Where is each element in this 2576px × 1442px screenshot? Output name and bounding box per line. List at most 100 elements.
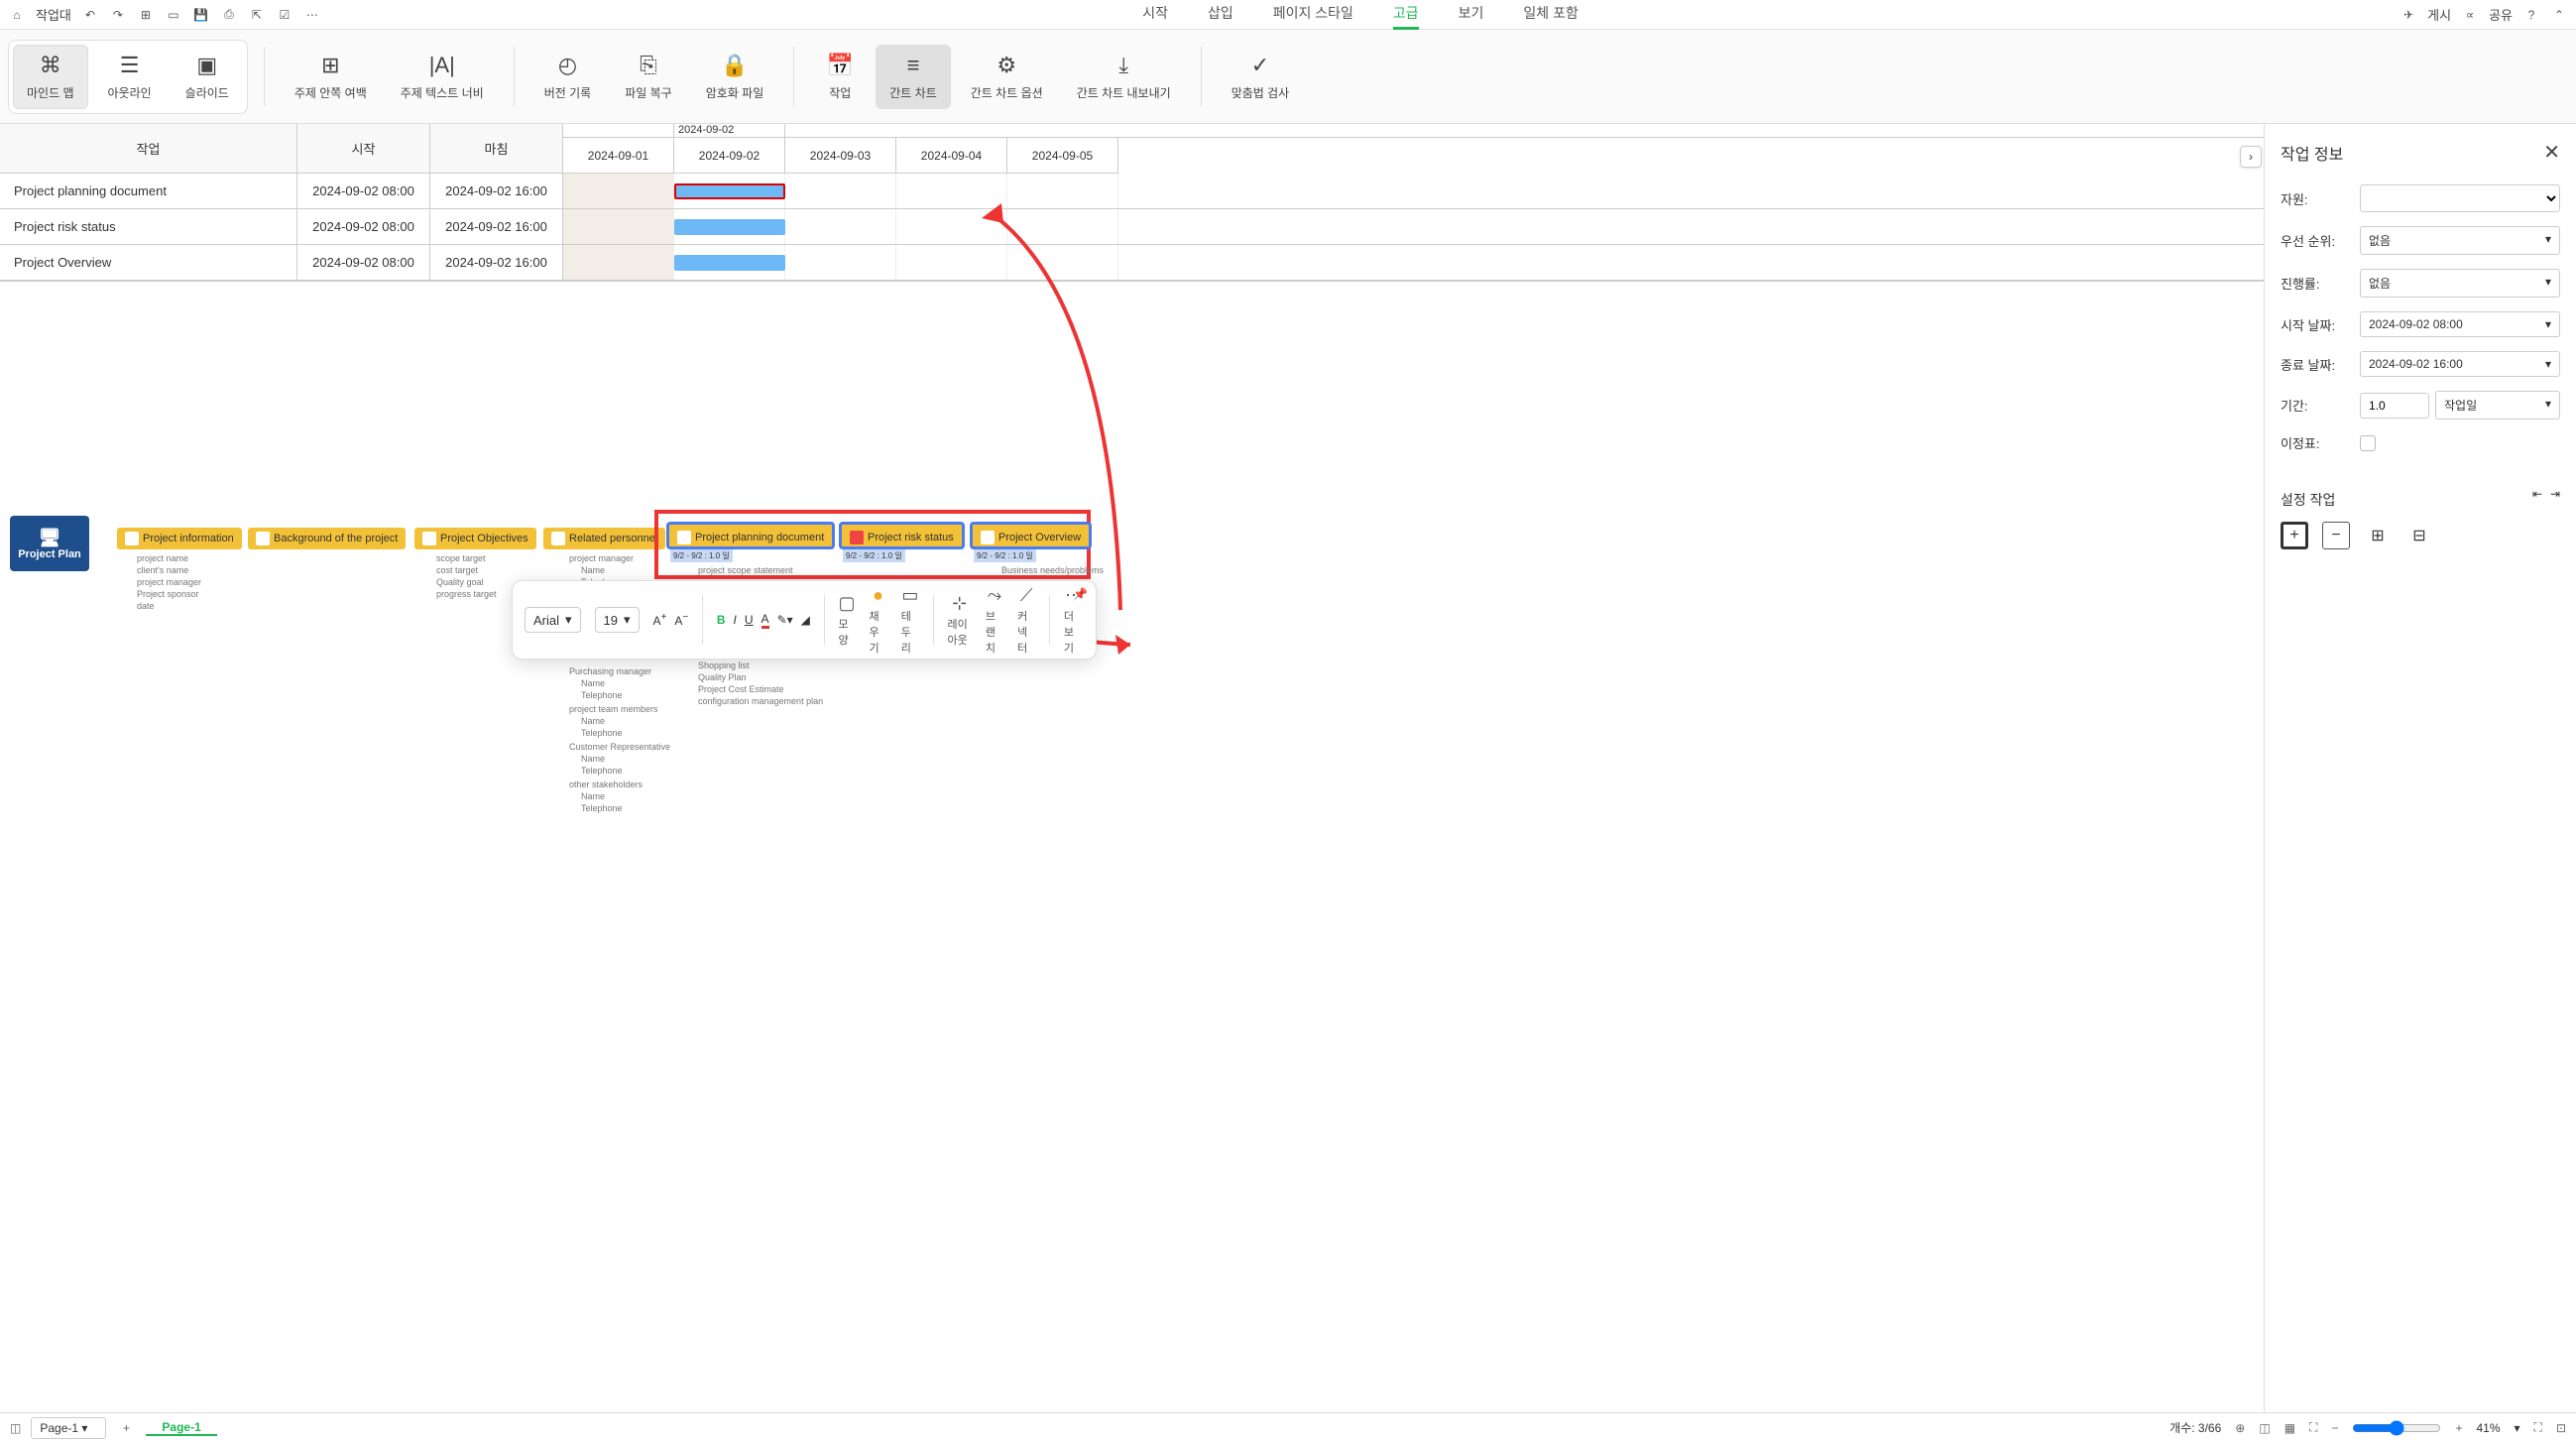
mm-sub[interactable]: project name bbox=[137, 553, 188, 563]
mm-sub[interactable]: project manager bbox=[569, 553, 634, 563]
fullscreen-icon[interactable]: ⛶ bbox=[2534, 1420, 2542, 1435]
mm-sub[interactable]: project scope statement bbox=[698, 565, 793, 575]
font-size-select[interactable]: 19▾ bbox=[595, 607, 640, 633]
mm-node-background[interactable]: Background of the project bbox=[248, 528, 406, 549]
gantt-bar-selected[interactable] bbox=[674, 183, 785, 199]
start-date-input[interactable]: 2024-09-02 08:00▾ bbox=[2360, 311, 2560, 337]
priority-select[interactable]: 없음▾ bbox=[2360, 226, 2560, 255]
start-cell[interactable]: 2024-09-02 08:00 bbox=[297, 174, 430, 209]
shape-button[interactable]: ▢모양 bbox=[838, 592, 855, 648]
mm-sub[interactable]: configuration management plan bbox=[698, 696, 823, 706]
mm-sub[interactable]: Purchasing manager bbox=[569, 666, 651, 676]
view-mindmap[interactable]: ⌘ 마인드 맵 bbox=[13, 45, 88, 109]
layout2-icon[interactable]: ▦ bbox=[2284, 1421, 2295, 1435]
mm-task-node-risk[interactable]: Project risk status bbox=[839, 522, 965, 549]
gantt-bar[interactable] bbox=[674, 219, 785, 235]
fill-button[interactable]: ●채우기 bbox=[869, 584, 886, 656]
gantt-bar[interactable] bbox=[674, 255, 785, 271]
mm-sub[interactable]: Quality Plan bbox=[698, 672, 747, 682]
resource-select[interactable] bbox=[2360, 184, 2560, 212]
bold-button[interactable]: B bbox=[717, 613, 726, 627]
version-history[interactable]: ◴버전 기록 bbox=[530, 45, 606, 109]
zoom-out-button[interactable]: − bbox=[2331, 1421, 2338, 1435]
gantt-chart-button[interactable]: ≡간트 차트 bbox=[876, 45, 951, 109]
task-cell[interactable]: Project risk status bbox=[0, 209, 297, 245]
end-cell[interactable]: 2024-09-02 16:00 bbox=[430, 245, 563, 281]
help-icon[interactable]: ? bbox=[2522, 6, 2540, 24]
italic-button[interactable]: I bbox=[734, 613, 737, 627]
mm-sub[interactable]: project manager bbox=[137, 577, 201, 587]
add-page-button[interactable]: + bbox=[116, 1418, 136, 1438]
font-increase[interactable]: A+ bbox=[653, 612, 667, 628]
page-tab[interactable]: Page-1 bbox=[146, 1420, 216, 1436]
mm-sub[interactable]: Name bbox=[581, 678, 605, 688]
mm-sub[interactable]: other stakeholders bbox=[569, 780, 643, 789]
end-cell[interactable]: 2024-09-02 16:00 bbox=[430, 174, 563, 209]
layout-button[interactable]: ⊹레이아웃 bbox=[948, 592, 972, 648]
connector-button[interactable]: ⟋커넥터 bbox=[1017, 584, 1035, 656]
mm-sub[interactable]: Name bbox=[581, 791, 605, 801]
task-cell[interactable]: Project planning document bbox=[0, 174, 297, 209]
encrypt-file[interactable]: 🔒암호화 파일 bbox=[692, 45, 778, 109]
zoom-slider[interactable] bbox=[2352, 1420, 2441, 1436]
close-panel-button[interactable]: ✕ bbox=[2543, 140, 2560, 165]
page-select[interactable]: Page-1 ▾ bbox=[31, 1417, 106, 1439]
mm-sub[interactable]: Shopping list bbox=[698, 661, 750, 670]
workspace-label[interactable]: 작업대 bbox=[36, 5, 71, 24]
redo-icon[interactable]: ↷ bbox=[109, 6, 127, 24]
end-cell[interactable]: 2024-09-02 16:00 bbox=[430, 209, 563, 245]
print-icon[interactable]: ⎙ bbox=[220, 6, 238, 24]
font-decrease[interactable]: A− bbox=[674, 612, 688, 628]
underline-button[interactable]: U bbox=[745, 613, 754, 627]
gantt-options[interactable]: ⚙간트 차트 옵션 bbox=[957, 45, 1057, 109]
home-icon[interactable]: ⌂ bbox=[8, 6, 26, 24]
new-icon[interactable]: ⊞ bbox=[137, 6, 155, 24]
gantt-scroll-right[interactable]: › bbox=[2240, 146, 2262, 168]
mm-sub[interactable]: Project sponsor bbox=[137, 589, 199, 599]
export-icon[interactable]: ⇱ bbox=[248, 6, 266, 24]
file-recovery[interactable]: ⎘파일 복구 bbox=[611, 45, 686, 109]
undo-icon[interactable]: ↶ bbox=[81, 6, 99, 24]
mm-sub[interactable]: Name bbox=[581, 716, 605, 726]
zoom-in-button[interactable]: + bbox=[2455, 1421, 2462, 1435]
collapse-ribbon-icon[interactable]: ⌃ bbox=[2550, 6, 2568, 24]
tab-addon[interactable]: 일체 포함 bbox=[1523, 0, 1578, 30]
gantt-export[interactable]: ⤓간트 차트 내보내기 bbox=[1063, 45, 1185, 109]
tab-page-style[interactable]: 페이지 스타일 bbox=[1273, 0, 1353, 30]
mm-sub[interactable]: Telephone bbox=[581, 803, 623, 813]
zoom-level[interactable]: 41% bbox=[2476, 1421, 2500, 1435]
mm-sub[interactable]: Customer Representative bbox=[569, 742, 670, 752]
end-date-input[interactable]: 2024-09-02 16:00▾ bbox=[2360, 351, 2560, 377]
spellcheck[interactable]: ✓맞춤법 검사 bbox=[1218, 45, 1304, 109]
mm-node-objectives[interactable]: Project Objectives bbox=[414, 528, 536, 549]
mm-sub[interactable]: Telephone bbox=[581, 728, 623, 738]
view-slide[interactable]: ▣ 슬라이드 bbox=[172, 45, 243, 109]
mindmap-root[interactable]: 🖥 Project Plan bbox=[10, 516, 89, 571]
mm-task-node-planning[interactable]: Project planning document bbox=[666, 522, 835, 549]
mm-node-personnel[interactable]: Related personnel bbox=[543, 528, 665, 549]
highlight-button[interactable]: ✎▾ bbox=[777, 613, 793, 627]
mm-task-node-overview[interactable]: Project Overview bbox=[970, 522, 1092, 549]
start-cell[interactable]: 2024-09-02 08:00 bbox=[297, 245, 430, 281]
remove-task-button[interactable]: − bbox=[2322, 522, 2350, 549]
panel-toggle-icon[interactable]: ◫ bbox=[10, 1421, 21, 1435]
font-color-button[interactable]: A bbox=[761, 612, 769, 629]
task-cell[interactable]: Project Overview bbox=[0, 245, 297, 281]
duration-unit-select[interactable]: 작업일▾ bbox=[2435, 391, 2560, 420]
open-icon[interactable]: ▭ bbox=[165, 6, 182, 24]
save-icon[interactable]: 💾 bbox=[192, 6, 210, 24]
format-painter[interactable]: ◢ bbox=[801, 613, 810, 627]
tab-start[interactable]: 시작 bbox=[1142, 0, 1168, 30]
progress-select[interactable]: 없음▾ bbox=[2360, 269, 2560, 298]
check-icon[interactable]: ☑ bbox=[276, 6, 293, 24]
mm-sub[interactable]: Business needs/problems bbox=[1001, 565, 1104, 575]
globe-icon[interactable]: ⊕ bbox=[2235, 1421, 2245, 1435]
share-button[interactable]: 공유 bbox=[2489, 5, 2513, 24]
mm-sub[interactable]: Name bbox=[581, 565, 605, 575]
mm-sub[interactable]: Telephone bbox=[581, 766, 623, 776]
mm-sub[interactable]: progress target bbox=[436, 589, 497, 599]
more-icon[interactable]: ⋯ bbox=[303, 6, 321, 24]
share-icon[interactable]: ∝ bbox=[2461, 6, 2479, 24]
grid-left-button[interactable]: ⊞ bbox=[2364, 522, 2392, 549]
font-select[interactable]: Arial▾ bbox=[525, 607, 581, 633]
